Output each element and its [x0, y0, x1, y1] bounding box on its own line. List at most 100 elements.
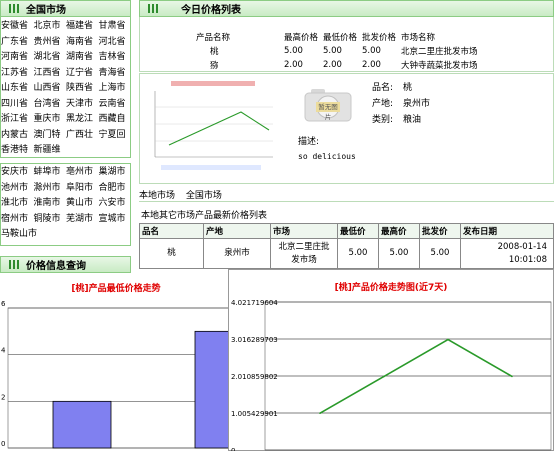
- col-wholesale: 批发价: [419, 223, 461, 239]
- province-link[interactable]: 澳门特: [34, 128, 67, 144]
- city-link[interactable]: 阜阳市: [66, 181, 99, 197]
- table-row[interactable]: 桃 5.00 5.00 5.00 北京二里庄批发市场: [196, 44, 478, 58]
- category-row: 类别: 粮油: [372, 112, 430, 128]
- col-high: 最高价格: [284, 33, 319, 43]
- province-link[interactable]: 山西省: [34, 81, 67, 97]
- local-market-link[interactable]: 本地市场: [139, 191, 175, 201]
- bar: [194, 330, 232, 449]
- province-link[interactable]: 天津市: [66, 97, 99, 113]
- thumbnail-title: [171, 81, 255, 86]
- city-link[interactable]: 淮南市: [34, 196, 67, 212]
- city-link[interactable]: 芜湖市: [66, 212, 99, 228]
- province-link[interactable]: 广东省: [1, 35, 34, 51]
- y-tick-label: 2: [1, 393, 5, 401]
- market-link[interactable]: 大钟寺蔬菜批发市场: [401, 58, 478, 72]
- col-high: 最高价: [378, 223, 420, 239]
- other-markets-header: 品名 产地 市场 最低价 最高价 批发价 发布日期: [139, 223, 554, 239]
- province-link[interactable]: 重庆市: [34, 112, 67, 128]
- province-row: 香港特 新疆维: [1, 143, 131, 159]
- province-link[interactable]: 辽宁省: [66, 66, 99, 82]
- market[interactable]: 北京二里庄批发市场: [270, 238, 338, 269]
- y-tick-label: 4: [1, 347, 6, 355]
- city-link[interactable]: 巢湖市: [99, 165, 132, 181]
- city-link[interactable]: 马鞍山市: [1, 227, 37, 243]
- lowest-price-chart-window[interactable]: [桃]产品最低价格走势 0246: [0, 274, 232, 451]
- city-link[interactable]: 黄山市: [66, 196, 99, 212]
- y-tick-label: 0: [231, 447, 235, 451]
- market-link[interactable]: 北京二里庄批发市场: [401, 44, 478, 58]
- city-link[interactable]: 淮北市: [1, 196, 34, 212]
- name-label: 品名:: [372, 83, 394, 93]
- province-link[interactable]: 黑龙江: [66, 112, 99, 128]
- city-link[interactable]: 滁州市: [34, 181, 67, 197]
- province-link[interactable]: 山东省: [1, 81, 34, 97]
- province-link[interactable]: 北京市: [34, 19, 67, 35]
- city-link[interactable]: 合肥市: [99, 181, 132, 197]
- province-link[interactable]: 吉林省: [99, 50, 132, 66]
- province-link[interactable]: 四川省: [1, 97, 34, 113]
- province-link[interactable]: 陕西省: [66, 81, 99, 97]
- province-row: 江苏省 江西省 辽宁省 青海省: [1, 66, 131, 82]
- province-link[interactable]: 安徽省: [1, 19, 34, 35]
- national-market-link[interactable]: 全国市场: [186, 191, 222, 201]
- province-link[interactable]: 内蒙古: [1, 128, 34, 144]
- table-row[interactable]: 猕 2.00 2.00 2.00 大钟寺蔬菜批发市场: [196, 58, 478, 72]
- origin-row: 产地: 泉州市: [372, 96, 430, 112]
- province-link[interactable]: 浙江省: [1, 112, 34, 128]
- category-value: 粮油: [403, 115, 422, 125]
- bar: [52, 400, 112, 449]
- y-tick-label: 6: [1, 300, 6, 308]
- city-row: 淮北市 淮南市 黄山市 六安市: [1, 196, 131, 212]
- province-link[interactable]: 香港特: [1, 143, 34, 159]
- province-link[interactable]: 西藏自: [99, 112, 132, 128]
- province-link[interactable]: 甘肃省: [99, 19, 132, 35]
- city-link[interactable]: 铜陵市: [34, 212, 67, 228]
- province-link[interactable]: 福建省: [66, 19, 99, 35]
- city-link[interactable]: 宿州市: [1, 212, 34, 228]
- province-link[interactable]: 河北省: [99, 35, 132, 51]
- province-link[interactable]: 江苏省: [1, 66, 34, 82]
- province-link[interactable]: 海南省: [66, 35, 99, 51]
- province-link[interactable]: 江西省: [34, 66, 67, 82]
- province-link[interactable]: 新疆维: [34, 143, 67, 159]
- high-price: 2.00: [284, 60, 303, 70]
- province-row: 浙江省 重庆市 黑龙江 西藏自: [1, 112, 131, 128]
- province-link[interactable]: 上海市: [99, 81, 132, 97]
- province-link[interactable]: 广西壮: [66, 128, 99, 144]
- city-link[interactable]: 宣城市: [99, 212, 132, 228]
- name-row: 品名: 桃: [372, 80, 430, 96]
- province-link[interactable]: 青海省: [99, 66, 132, 82]
- province-row: 广东省 贵州省 海南省 河北省: [1, 35, 131, 51]
- high-price: 5.00: [284, 46, 303, 56]
- description-label: 描述:: [298, 137, 320, 147]
- table-row[interactable]: 桃 泉州市 北京二里庄批发市场 5.00 5.00 5.00 2008-01-1…: [139, 238, 554, 269]
- high-price: 5.00: [378, 238, 420, 269]
- thumbnail-legend: [161, 165, 261, 170]
- lowest-price-bar-chart: 0 2 4 6: [1, 300, 232, 449]
- col-low: 最低价: [337, 223, 379, 239]
- product-link[interactable]: 桃: [196, 44, 284, 58]
- city-row: 池州市 滁州市 阜阳市 合肥市: [1, 181, 131, 197]
- product-name[interactable]: 桃: [139, 238, 204, 269]
- col-wholesale: 批发价格: [362, 33, 397, 43]
- name-value: 桃: [403, 83, 413, 93]
- col-market: 市场: [270, 223, 338, 239]
- city-link[interactable]: 安庆市: [1, 165, 34, 181]
- province-link[interactable]: 贵州省: [34, 35, 67, 51]
- price-trend-chart-window[interactable]: [桃]产品价格走势图(近7天) 0 1.005429901 2.010859802 3…: [228, 269, 554, 451]
- province-list: 安徽省 北京市 福建省 甘肃省 广东省 贵州省 海南省 河北省 河南省 湖北省 湖南省 吉林省 江苏省江…: [1, 19, 131, 159]
- city-link[interactable]: 池州市: [1, 181, 34, 197]
- province-link[interactable]: 云南省: [99, 97, 132, 113]
- low-price: 2.00: [323, 60, 342, 70]
- province-link[interactable]: 宁夏回: [99, 128, 132, 144]
- city-row: 马鞍山市: [1, 227, 131, 243]
- city-link[interactable]: 蚌埠市: [34, 165, 67, 181]
- province-link[interactable]: 湖北省: [34, 50, 67, 66]
- province-link[interactable]: 湖南省: [66, 50, 99, 66]
- province-link[interactable]: 河南省: [1, 50, 34, 66]
- city-link[interactable]: 六安市: [99, 196, 132, 212]
- city-link[interactable]: 亳州市: [66, 165, 99, 181]
- product-link[interactable]: 猕: [196, 58, 284, 72]
- province-link[interactable]: 台湾省: [34, 97, 67, 113]
- city-row: 宿州市 铜陵市 芜湖市 宣城市: [1, 212, 131, 228]
